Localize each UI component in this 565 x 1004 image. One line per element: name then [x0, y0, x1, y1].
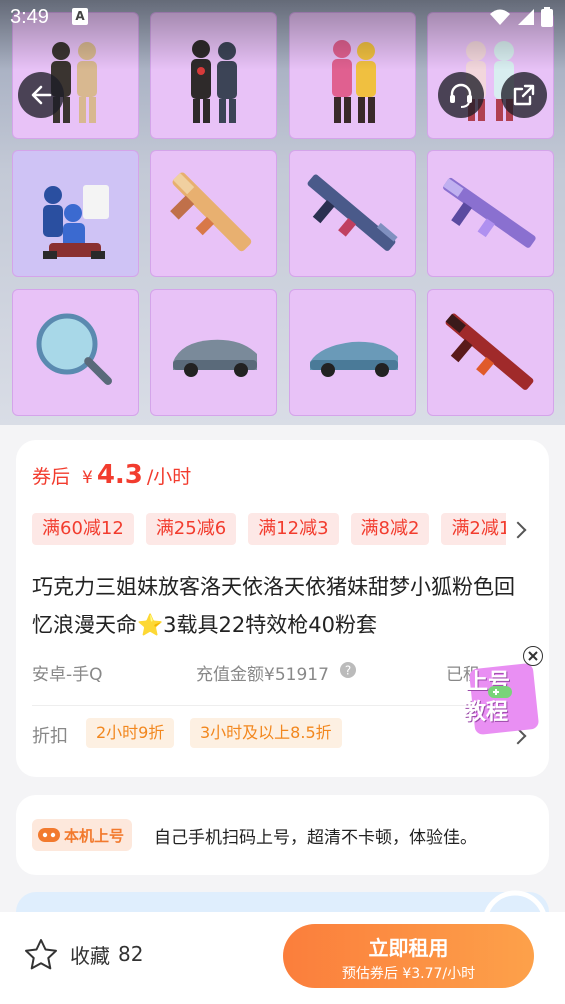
price-value: 4.3 [96, 460, 143, 490]
badge-line2: 教程 [464, 700, 509, 725]
svg-text:?: ? [345, 664, 351, 678]
tile-5[interactable] [12, 150, 139, 277]
price-unit: /小时 [146, 466, 192, 488]
coupon-tag[interactable]: 满2减1 [441, 513, 506, 545]
discount-tag: 3小时及以上8.5折 [190, 718, 342, 748]
discount-label: 折扣 [32, 726, 68, 747]
close-icon [528, 651, 538, 661]
tile-9[interactable] [12, 289, 139, 416]
badge-close-button[interactable] [523, 646, 543, 666]
tile-6[interactable] [150, 150, 277, 277]
favorite-count: 82 [118, 942, 144, 966]
item-title: 巧克力三姐妹放客洛天依洛天依猪妹甜梦小狐粉色回忆浪漫天命⭐3载具22特效枪40粉… [32, 575, 515, 637]
status-time: 3:49 [10, 6, 49, 28]
favorite-button[interactable]: 收藏 82 [24, 938, 143, 970]
login-badge-label: 本机上号 [64, 826, 125, 845]
tile-8[interactable] [427, 150, 554, 277]
tile-10[interactable] [150, 289, 277, 416]
coupon-list: 满60减12 满25减6 满12减3 满8减2 满2减1 [32, 513, 506, 545]
item-gallery [0, 0, 565, 425]
discount-tag: 2小时9折 [86, 718, 175, 748]
favorite-label: 收藏 [70, 943, 110, 968]
login-tutorial-badge[interactable]: 上号 教程 [460, 660, 540, 736]
login-card: 本机上号 自己手机扫码上号，超清不卡顿，体验佳。 [16, 795, 549, 875]
help-icon[interactable]: ? [340, 662, 356, 678]
rent-label: 立即租用 [368, 936, 449, 960]
battery-icon [541, 7, 553, 27]
tile-11[interactable] [289, 289, 416, 416]
price-label: 券后 [32, 466, 71, 488]
recharge-text: 充值金额¥51917 [196, 665, 329, 685]
coupon-strip: 满60减12 满25减6 满12减3 满8减2 满2减1 [16, 513, 506, 545]
customer-service-button[interactable] [438, 72, 484, 118]
coupon-tag[interactable]: 满25减6 [145, 513, 237, 545]
coupon-tag[interactable]: 满12减3 [248, 513, 339, 545]
divider [32, 705, 532, 706]
coupon-tag[interactable]: 满60减12 [32, 513, 134, 545]
gamepad-icon [38, 828, 60, 842]
notification-icon: A [72, 8, 88, 25]
star-outline-icon [25, 939, 57, 970]
tile-12[interactable] [427, 289, 554, 416]
arrow-left-icon [31, 85, 52, 105]
tile-7[interactable] [289, 150, 416, 277]
share-icon [513, 84, 535, 106]
share-button[interactable] [501, 72, 547, 118]
price-row: 券后 ¥ 4.3 /小时 [32, 460, 191, 490]
wifi-icon [490, 9, 510, 25]
coupon-more-chevron-icon[interactable] [509, 521, 527, 539]
bottom-bar: 收藏 82 立即租用 预估券后 ¥3.77/小时 [0, 912, 565, 1004]
status-bar: 3:49 A [0, 0, 565, 36]
rent-sub-label: 预估券后 ¥3.77/小时 [341, 966, 476, 982]
back-button[interactable] [18, 72, 64, 118]
coupon-tag[interactable]: 满8减2 [350, 513, 430, 545]
login-description: 自己手机扫码上号，超清不卡顿，体验佳。 [154, 828, 477, 848]
rent-now-button[interactable]: 立即租用 预估券后 ¥3.77/小时 [283, 924, 534, 988]
login-badge: 本机上号 [32, 819, 133, 851]
status-icons [489, 7, 553, 27]
gamepad-icon [488, 686, 512, 698]
platform-text: 安卓-手Q [32, 665, 103, 685]
signal-icon [518, 9, 534, 25]
headset-icon [450, 83, 472, 108]
price-currency: ¥ [82, 468, 93, 488]
